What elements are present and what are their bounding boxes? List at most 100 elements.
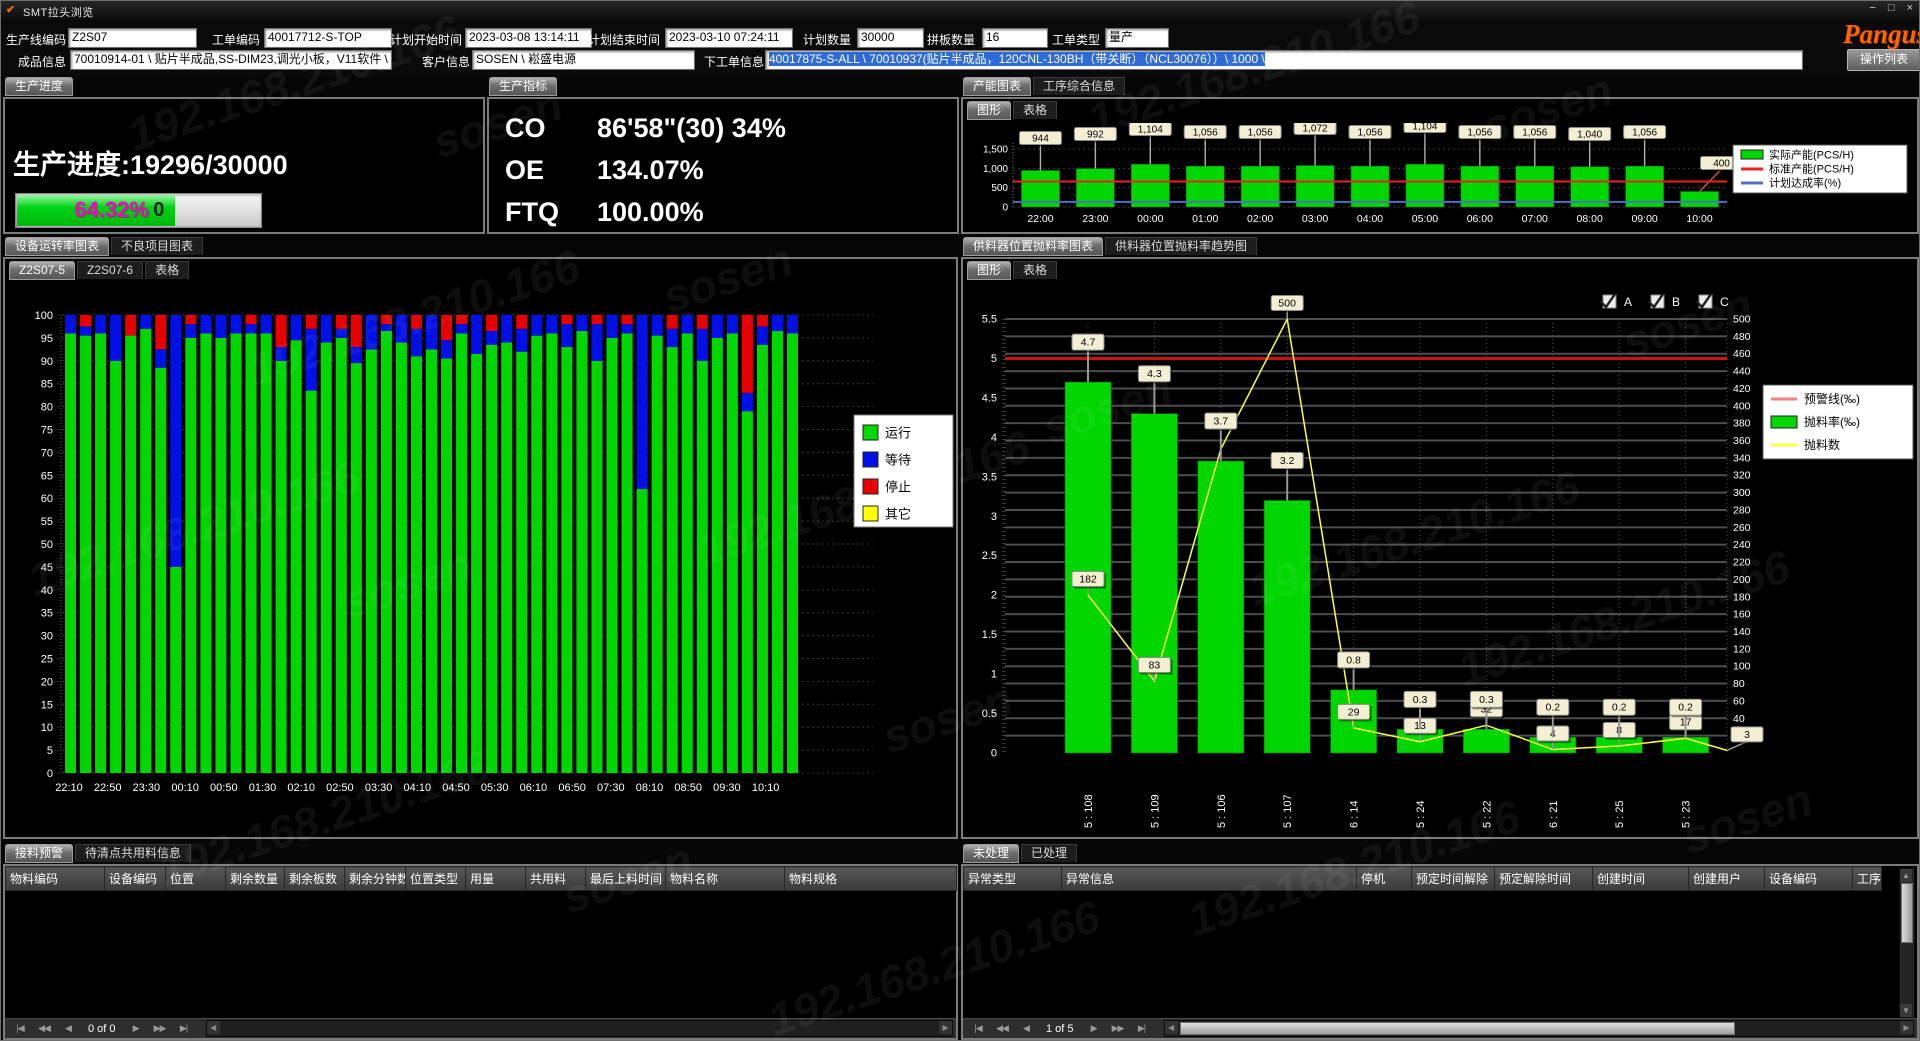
column-header[interactable]: 异常信息: [1062, 867, 1357, 891]
column-header[interactable]: 剩余板数: [285, 867, 345, 891]
capacity-tab-1[interactable]: 工序综合信息: [1033, 77, 1125, 95]
pager-fast-next-button[interactable]: ▶▶: [1106, 1023, 1130, 1034]
svg-text:5 : 109: 5 : 109: [1149, 794, 1161, 828]
pager-last-button[interactable]: ▶|: [1130, 1023, 1154, 1034]
abnormal-tab-1[interactable]: 已处理: [1021, 844, 1077, 862]
column-header[interactable]: 位置: [166, 867, 226, 891]
column-header[interactable]: 预定时间解除: [1412, 867, 1495, 891]
svg-text:3: 3: [991, 511, 997, 523]
operation-list-button[interactable]: 操作列表: [1847, 49, 1920, 71]
svg-text:05:30: 05:30: [481, 782, 509, 794]
column-header[interactable]: 异常类型: [964, 867, 1062, 891]
work-order-code-input[interactable]: 40017712-S-TOP: [264, 28, 392, 48]
column-header[interactable]: 停机: [1357, 867, 1412, 891]
plan-end-time-input[interactable]: 2023-03-10 07:24:11: [665, 28, 793, 48]
next-order-info-label: 下工单信息: [704, 53, 764, 70]
v-scrollbar[interactable]: ▲ ▼: [1899, 868, 1915, 1018]
svg-text:420: 420: [1733, 383, 1751, 395]
material-tab-0[interactable]: 接料预警: [5, 844, 73, 863]
feeder-filter-checkbox-b[interactable]: B: [1648, 294, 1680, 309]
svg-text:500: 500: [1733, 314, 1751, 326]
feeder-filter-checkbox-c[interactable]: C: [1696, 294, 1729, 309]
feeder-filter-checkbox-a[interactable]: A: [1600, 294, 1632, 309]
scrollbar-thumb[interactable]: [1180, 1022, 1736, 1035]
customer-info-input[interactable]: SOSEN \ 崧盛电源: [472, 50, 695, 70]
pager-fast-next-button[interactable]: ▶▶: [148, 1023, 172, 1034]
runrate-bars: [65, 315, 798, 773]
runrate-view-tab-1[interactable]: Z2S07-6: [77, 261, 143, 279]
restore-button[interactable]: □: [1888, 2, 1895, 14]
column-header[interactable]: 位置类型: [406, 867, 466, 891]
column-header[interactable]: 设备编码: [105, 867, 166, 891]
feeder-throwrate-panel: 供料器位置抛料率图表供料器位置抛料率趋势图 图形表格 2040608010012…: [961, 237, 1919, 839]
product-info-input[interactable]: 70010914-01 \ 贴片半成品,SS-DIM23,调光小板，V11软件 …: [70, 50, 392, 70]
svg-text:08:50: 08:50: [674, 782, 702, 794]
pager-next-button[interactable]: ▶: [124, 1023, 148, 1034]
svg-text:B: B: [1672, 295, 1680, 309]
feeder-tab-1[interactable]: 供料器位置抛料率趋势图: [1105, 237, 1257, 255]
scroll-left-icon[interactable]: ◀: [1165, 1021, 1178, 1034]
capacity-view-tab-0[interactable]: 图形: [967, 101, 1011, 120]
svg-text:1,056: 1,056: [1632, 128, 1657, 139]
scroll-up-icon[interactable]: ▲: [1900, 869, 1912, 882]
close-button[interactable]: ×: [1907, 2, 1913, 14]
pager-first-button[interactable]: |◀: [966, 1023, 990, 1034]
svg-text:25: 25: [41, 654, 53, 666]
column-header[interactable]: 物料规格: [785, 867, 957, 891]
scroll-down-icon[interactable]: ▼: [1900, 1004, 1912, 1017]
column-header[interactable]: 物料编码: [6, 867, 105, 891]
svg-text:00:00: 00:00: [1137, 213, 1163, 225]
minimize-button[interactable]: −: [1869, 2, 1875, 14]
runrate-view-tab-0[interactable]: Z2S07-5: [9, 261, 75, 280]
pager-prev-button[interactable]: ◀: [1014, 1023, 1038, 1034]
svg-text:85: 85: [41, 379, 53, 391]
capacity-view-tab-1[interactable]: 表格: [1013, 101, 1057, 119]
pager-next-button[interactable]: ▶: [1082, 1023, 1106, 1034]
scroll-right-icon[interactable]: ▶: [939, 1021, 952, 1034]
feeder-view-tab-1[interactable]: 表格: [1013, 261, 1057, 279]
column-header[interactable]: 物料名称: [666, 867, 785, 891]
column-header[interactable]: 工序: [1853, 867, 1882, 891]
metrics-tab-0[interactable]: 生产指标: [489, 77, 557, 96]
svg-text:6 : 21: 6 : 21: [1548, 800, 1560, 828]
svg-text:100: 100: [1733, 661, 1751, 673]
h-scrollbar[interactable]: ◀ ▶: [206, 1020, 953, 1037]
svg-text:4.5: 4.5: [982, 392, 997, 404]
pager-last-button[interactable]: ▶|: [172, 1023, 196, 1034]
pager-prev-button[interactable]: ◀: [56, 1023, 80, 1034]
panel-quantity-input[interactable]: 16: [982, 28, 1048, 48]
production-line-code-input[interactable]: Z2S07: [68, 28, 197, 48]
plan-quantity-input[interactable]: 30000: [857, 28, 924, 48]
column-header[interactable]: 预定解除时间: [1495, 867, 1593, 891]
pager-fast-prev-button[interactable]: ◀◀: [990, 1023, 1014, 1034]
plan-start-time-input[interactable]: 2023-03-08 13:14:11: [465, 28, 592, 48]
column-header[interactable]: 用量: [466, 867, 526, 891]
column-header[interactable]: 创建时间: [1593, 867, 1689, 891]
scroll-left-icon[interactable]: ◀: [207, 1021, 220, 1034]
feeder-view-tab-0[interactable]: 图形: [967, 261, 1011, 280]
work-order-code-label: 工单编码: [212, 31, 260, 48]
scrollbar-thumb[interactable]: [1901, 883, 1913, 943]
order-type-input[interactable]: 量产: [1105, 28, 1169, 48]
material-tab-1[interactable]: 待清点共用料信息: [75, 844, 191, 862]
capacity-tab-0[interactable]: 产能图表: [963, 77, 1031, 96]
column-header[interactable]: 设备编码: [1765, 867, 1853, 891]
runrate-tab-1[interactable]: 不良项目图表: [111, 237, 203, 255]
column-header[interactable]: 创建用户: [1689, 867, 1765, 891]
column-header[interactable]: 剩余分钟数: [345, 867, 406, 891]
svg-text:实际产能(PCS/H): 实际产能(PCS/H): [1769, 148, 1854, 162]
column-header[interactable]: 共用料: [526, 867, 586, 891]
runrate-tab-0[interactable]: 设备运转率图表: [5, 237, 109, 256]
equipment-runrate-chart: 0510152025303540455055606570758085909510…: [5, 285, 956, 835]
progress-tab-0[interactable]: 生产进度: [5, 77, 73, 96]
runrate-view-tab-2[interactable]: 表格: [145, 261, 189, 279]
column-header[interactable]: 最后上料时间: [586, 867, 666, 891]
next-order-info-input[interactable]: 40017875-S-ALL \ 70010937(贴片半成品，120CNL-1…: [765, 50, 1803, 70]
pager-first-button[interactable]: |◀: [8, 1023, 32, 1034]
scroll-right-icon[interactable]: ▶: [1900, 1021, 1913, 1034]
column-header[interactable]: 剩余数量: [226, 867, 285, 891]
abnormal-tab-0[interactable]: 未处理: [963, 844, 1019, 863]
feeder-tab-0[interactable]: 供料器位置抛料率图表: [963, 237, 1103, 256]
pager-fast-prev-button[interactable]: ◀◀: [32, 1023, 56, 1034]
h-scrollbar[interactable]: ◀ ▶: [1164, 1020, 1914, 1037]
